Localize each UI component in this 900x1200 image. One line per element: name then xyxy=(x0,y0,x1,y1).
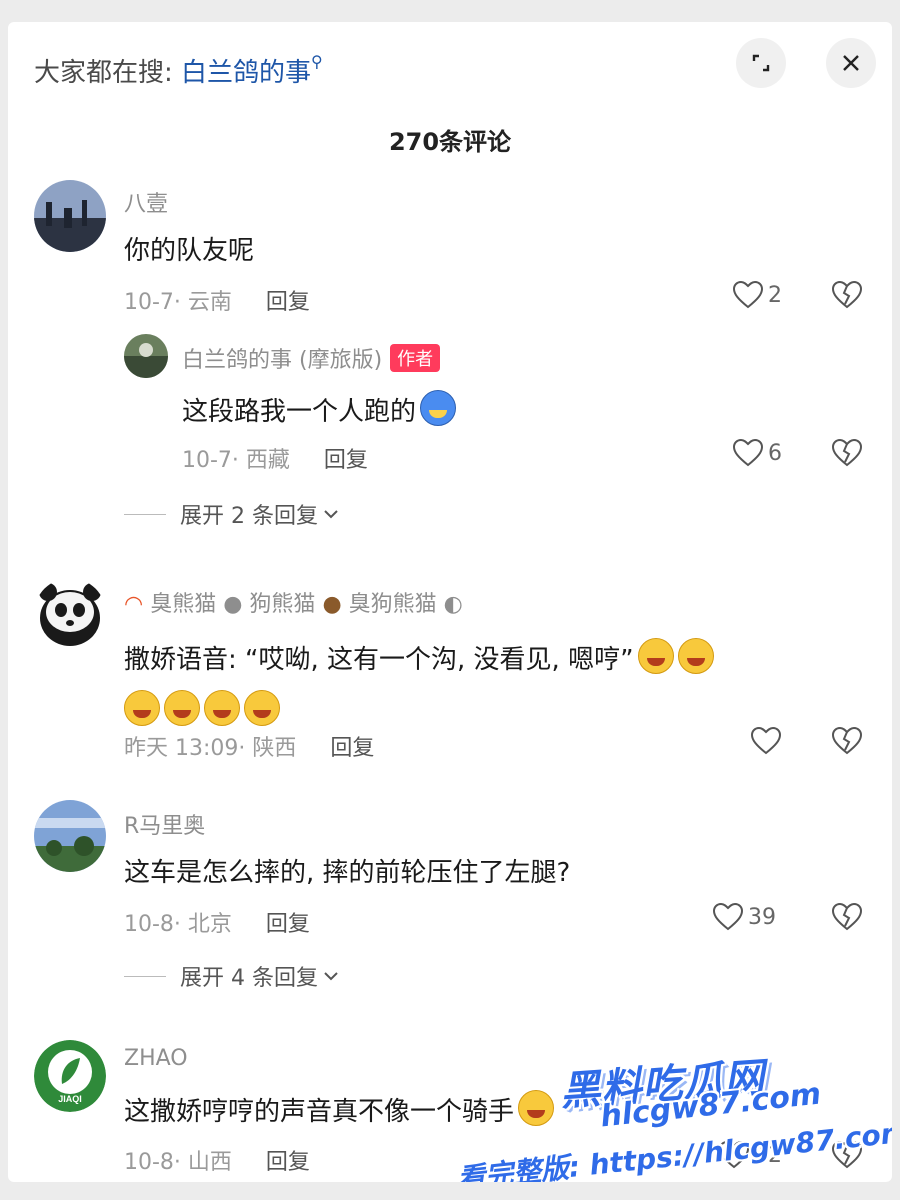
rainbow-icon: ◠ xyxy=(124,592,144,617)
reply-button[interactable]: 回复 xyxy=(266,1150,310,1175)
reply-button[interactable]: 回复 xyxy=(266,912,310,937)
username-part: 狗熊猫 xyxy=(249,592,316,617)
reply-username: 白兰鸽的事 (摩旅版) 作者 xyxy=(182,342,441,374)
laughing-emoji-icon xyxy=(244,690,280,726)
broken-heart-icon xyxy=(831,902,863,931)
reply-time-location: 10-7· 西藏 xyxy=(182,448,290,473)
comment-text-content: 这撒娇哼哼的声音真不像一个骑手 xyxy=(124,1097,515,1127)
close-icon xyxy=(843,55,859,71)
laughing-emoji-icon xyxy=(124,690,160,726)
comment-text: 这车是怎么摔的, 摔的前轮压住了左腿? xyxy=(124,858,571,888)
comment-time-location: 10-7· 云南 xyxy=(124,290,232,315)
username-part: 臭熊猫 xyxy=(150,592,217,617)
laughing-emoji-icon xyxy=(204,690,240,726)
avatar[interactable]: JIAQI xyxy=(34,1040,106,1112)
comment-username[interactable]: 八壹 xyxy=(124,186,168,218)
comment-time-location: 10-8· 山西 xyxy=(124,1150,232,1175)
dislike-button[interactable] xyxy=(830,280,864,314)
chevron-down-icon xyxy=(324,972,338,981)
like-button[interactable]: 6 xyxy=(732,438,782,468)
comment-text: 这撒娇哼哼的声音真不像一个骑手 xyxy=(124,1090,555,1128)
broken-heart-icon xyxy=(831,280,863,309)
laughing-emoji-icon xyxy=(164,690,200,726)
expand-replies-button[interactable]: 展开 2 条回复 xyxy=(124,498,340,530)
expand-icon xyxy=(752,54,770,72)
bear-icon: ● xyxy=(322,592,342,617)
reply-button[interactable]: 回复 xyxy=(266,290,310,315)
comment-text: 你的队友呢 xyxy=(124,236,255,266)
comment-meta: 10-8· 北京 回复 xyxy=(124,906,310,938)
like-button[interactable]: 2 xyxy=(732,280,782,310)
dislike-button[interactable] xyxy=(830,902,864,936)
dislike-button[interactable] xyxy=(830,726,864,760)
laughing-emoji-icon xyxy=(637,638,674,674)
divider xyxy=(124,975,166,977)
reply-button[interactable]: 回复 xyxy=(324,448,368,473)
laughing-emoji-icon xyxy=(518,1090,555,1126)
comment-time-location: 10-8· 北京 xyxy=(124,912,232,937)
divider xyxy=(124,513,166,515)
reply-meta: 10-7· 西藏 回复 xyxy=(182,442,368,474)
comment-username[interactable]: ZHAO xyxy=(124,1046,188,1071)
avatar[interactable] xyxy=(34,578,106,650)
comment-text-content: 撒娇语音: “哎呦, 这有一个沟, 没看见, 嗯哼” xyxy=(124,645,634,675)
like-count: 2 xyxy=(768,282,782,308)
avatar-text: JIAQI xyxy=(58,1094,82,1104)
like-button[interactable] xyxy=(750,726,786,756)
trending-search-prefix: 大家都在搜: xyxy=(34,58,182,88)
comment-count: 270条评论 xyxy=(388,128,512,156)
comments-panel: 大家都在搜: 白兰鸽的事⚲ 270条评论 八壹 你的队友呢 10-7· 云南 回复… xyxy=(8,22,892,1182)
reply-username-text[interactable]: 白兰鸽的事 (摩旅版) xyxy=(182,348,382,373)
trending-search[interactable]: 大家都在搜: 白兰鸽的事⚲ xyxy=(34,52,323,89)
author-badge: 作者 xyxy=(390,344,441,372)
close-button[interactable] xyxy=(826,38,876,88)
broken-heart-icon xyxy=(831,726,863,755)
comment-time-location: 昨天 13:09· 陕西 xyxy=(124,736,297,761)
emoji-icon xyxy=(420,390,457,426)
like-button[interactable]: 39 xyxy=(712,902,776,932)
laughing-emoji-icon xyxy=(677,638,714,674)
comment-username[interactable]: ◠ 臭熊猫 ● 狗熊猫 ● 臭狗熊猫 ◐ xyxy=(124,586,463,618)
search-icon: ⚲ xyxy=(311,52,323,71)
expand-replies-button[interactable]: 展开 4 条回复 xyxy=(124,960,340,992)
trending-search-term[interactable]: 白兰鸽的事 xyxy=(181,58,311,88)
heart-icon xyxy=(732,280,764,309)
expand-button[interactable] xyxy=(736,38,786,88)
heart-icon xyxy=(750,726,782,755)
comment-meta: 昨天 13:09· 陕西 回复 xyxy=(124,730,374,762)
dog-icon: ● xyxy=(223,592,243,617)
reply-button[interactable]: 回复 xyxy=(330,736,374,761)
heart-icon xyxy=(712,902,744,931)
like-count: 39 xyxy=(748,904,776,930)
comment-text: 撒娇语音: “哎呦, 这有一个沟, 没看见, 嗯哼” xyxy=(124,634,864,738)
broken-heart-icon xyxy=(831,438,863,467)
reply-text: 这段路我一个人跑的 xyxy=(182,390,457,428)
avatar[interactable] xyxy=(34,180,106,252)
username-part: 臭狗熊猫 xyxy=(348,592,437,617)
comment-username[interactable]: R马里奥 xyxy=(124,808,205,840)
avatar[interactable] xyxy=(34,800,106,872)
reply-text-content: 这段路我一个人跑的 xyxy=(182,397,417,427)
heart-icon xyxy=(732,438,764,467)
comment-meta: 10-7· 云南 回复 xyxy=(124,284,310,316)
expand-replies-label: 展开 2 条回复 xyxy=(180,504,318,529)
panda-icon: ◐ xyxy=(443,592,463,617)
like-count: 6 xyxy=(768,440,782,466)
comment-meta: 10-8· 山西 回复 xyxy=(124,1144,310,1176)
chevron-down-icon xyxy=(324,510,338,519)
expand-replies-label: 展开 4 条回复 xyxy=(180,966,318,991)
avatar[interactable] xyxy=(124,334,168,378)
dislike-button[interactable] xyxy=(830,438,864,472)
